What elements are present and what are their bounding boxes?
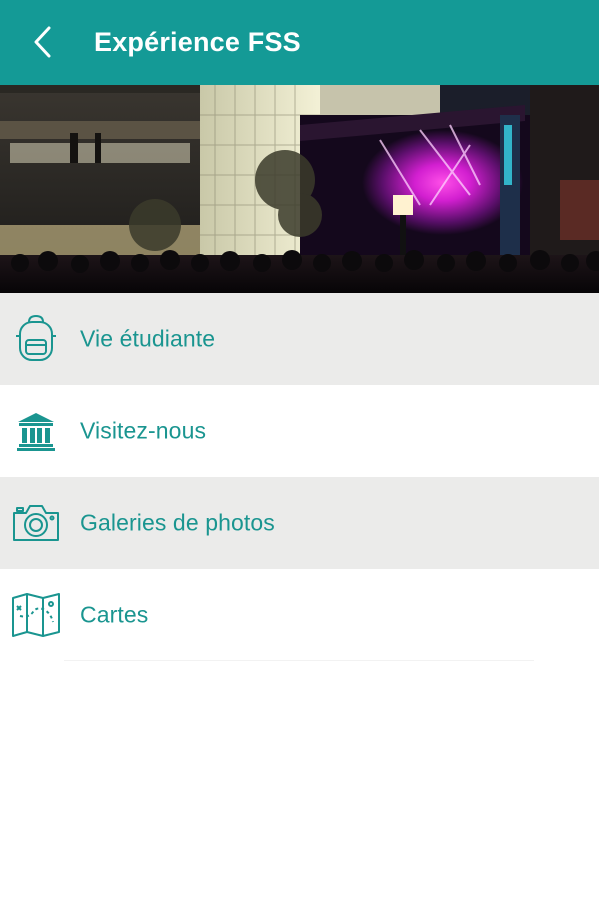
menu-item-label: Visitez-nous xyxy=(80,417,207,444)
back-button[interactable] xyxy=(24,22,60,62)
page-title: Expérience FSS xyxy=(94,27,301,57)
menu-item-visitez-nous[interactable]: Visitez-nous xyxy=(0,385,599,477)
main-menu: Vie étudiante Visitez-nous Galeries de p… xyxy=(0,293,599,661)
menu-item-label: Cartes xyxy=(80,601,149,628)
building-columns-icon xyxy=(10,405,62,457)
backpack-icon xyxy=(10,313,62,365)
campus-concert-photo xyxy=(0,85,599,293)
menu-item-vie-etudiante[interactable]: Vie étudiante xyxy=(0,293,599,385)
app-header: Expérience FSS xyxy=(0,0,599,85)
app-screen: Expérience FSS Vie étudiante Visitez-nou… xyxy=(0,0,599,900)
list-divider xyxy=(64,660,534,661)
camera-icon xyxy=(10,497,62,549)
menu-item-label: Vie étudiante xyxy=(80,325,216,352)
map-icon xyxy=(10,589,62,641)
chevron-left-icon xyxy=(34,26,51,58)
menu-item-label: Galeries de photos xyxy=(80,509,275,536)
menu-item-galeries-photos[interactable]: Galeries de photos xyxy=(0,477,599,569)
menu-item-cartes[interactable]: Cartes xyxy=(0,569,599,661)
hero-image xyxy=(0,85,599,293)
